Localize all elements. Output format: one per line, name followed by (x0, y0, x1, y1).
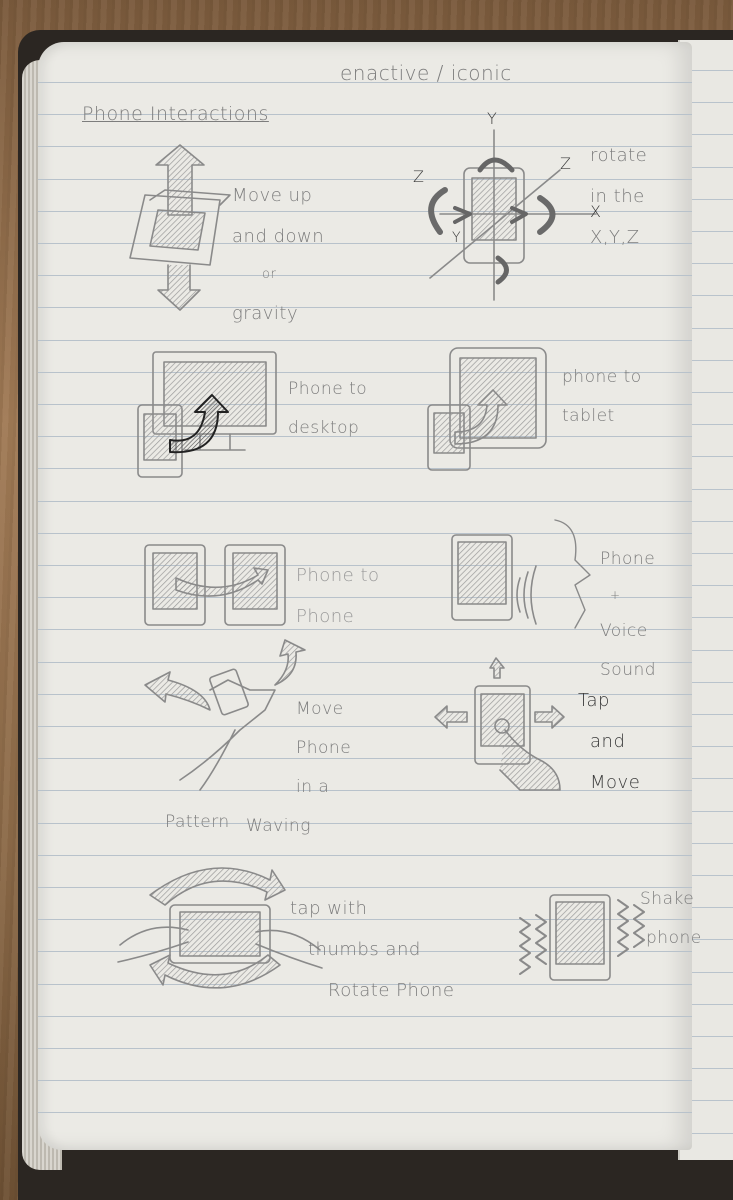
caption-phone-to-phone: Phone to Phone (296, 545, 380, 648)
caption-line: gravity (232, 303, 299, 325)
caption-line: thumbs and (308, 939, 421, 961)
caption-line: and (590, 731, 626, 753)
caption-shake-phone: Shake phone (640, 870, 702, 968)
caption-line: desktop (288, 417, 360, 438)
caption-line: Phone to (288, 378, 368, 399)
caption-line: Phone (296, 737, 352, 758)
axis-label-y-bottom: Y (452, 230, 462, 246)
sketch-shake-phone (519, 894, 645, 981)
sketch-move-up-down (129, 144, 231, 311)
caption-line: phone to (562, 366, 642, 387)
caption-thumbs-rotate: tap with thumbs and Rotate Phone (290, 878, 454, 1023)
sketch-phone-voice (451, 519, 591, 629)
caption-line: and down (232, 226, 325, 248)
caption-line: Move (590, 772, 641, 794)
caption-line: Shake (640, 888, 695, 909)
sketch-tap-and-move (434, 657, 565, 791)
axis-label-x: X (590, 202, 602, 221)
caption-line: phone (646, 927, 702, 948)
caption-line: Phone (600, 548, 656, 569)
caption-line: Voice (600, 620, 648, 641)
caption-tap-and-move: Tap and Move (578, 670, 640, 815)
page-title: Phone Interactions (82, 103, 269, 125)
top-note: enactive / iconic (340, 61, 512, 85)
sketch-wave-pattern (144, 639, 306, 791)
caption-line: Move (296, 698, 344, 719)
caption-line: X,Y,Z (590, 227, 640, 249)
caption-line: + (610, 587, 621, 602)
caption-line: Waving (246, 815, 311, 836)
caption-line: Tap (578, 689, 610, 711)
caption-line: or (262, 267, 277, 283)
caption-line: tablet (562, 405, 615, 426)
caption-move-up-down: Move up and down or gravity (232, 165, 324, 345)
caption-line: Phone to (296, 564, 380, 586)
caption-wave-pattern: Move Phone in a Waving (246, 680, 352, 856)
caption-phone-to-desktop: Phone to desktop (288, 360, 367, 458)
axis-label-y-top: Y (487, 109, 498, 128)
caption-line: in a (296, 776, 330, 797)
caption-line: rotate (590, 144, 648, 166)
axis-label-z-right: Z (560, 154, 572, 173)
caption-wave-pattern-last: Pattern (165, 812, 230, 832)
axis-label-z-left: Z (413, 167, 425, 186)
caption-rotate-xyz: rotate in the X,Y,Z (590, 125, 647, 270)
caption-line: tap with (290, 897, 368, 919)
caption-line: Move up (232, 184, 313, 206)
sketch-phone-to-tablet (427, 347, 547, 471)
sketch-phone-to-phone (144, 544, 286, 626)
sketch-phone-to-desktop (137, 351, 277, 478)
caption-line: Rotate Phone (328, 980, 455, 1002)
caption-line: Phone (296, 606, 355, 628)
caption-phone-to-tablet: phone to tablet (562, 348, 642, 446)
